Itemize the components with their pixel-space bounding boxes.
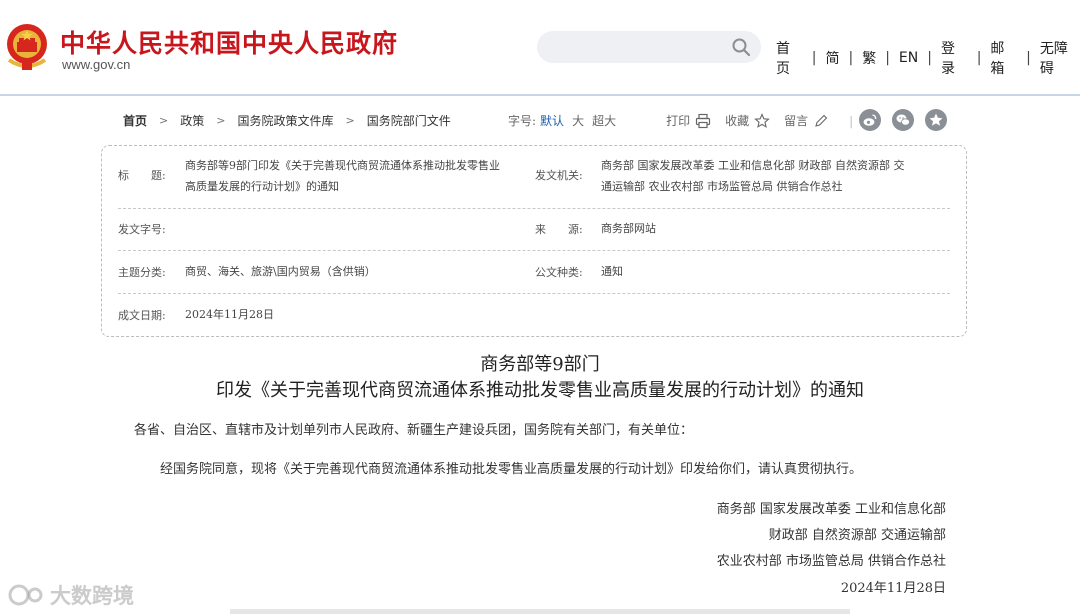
pencil-icon[interactable]: [813, 113, 829, 129]
nav-traditional[interactable]: 繁: [862, 48, 876, 68]
watermark-text: 大数跨境: [50, 584, 134, 608]
site-title[interactable]: 中华人民共和国中央人民政府: [60, 24, 398, 60]
info-row-docno: 发文字号: 来 源: 商务部网站: [118, 209, 950, 251]
breadcrumb-policy-library[interactable]: 国务院政策文件库: [237, 112, 333, 129]
nav-separator: |: [848, 50, 854, 66]
nav-separator: |: [811, 50, 817, 66]
article-body: 经国务院同意，现将《关于完善现代商贸流通体系推动批发零售业高质量发展的行动计划》…: [160, 462, 863, 477]
wechat-share-button[interactable]: [892, 109, 914, 131]
breadcrumb-policy[interactable]: 政策: [180, 112, 204, 129]
font-size-xlarge[interactable]: 超大: [592, 112, 616, 129]
topic-value: 商贸、海关、旅游\国内贸易（含供销）: [185, 265, 376, 278]
title-value-line2: 高质量发展的行动计划》的通知: [185, 180, 339, 193]
signer-line-2: 财政部 自然资源部 交通运输部: [768, 528, 946, 543]
cut-off-text-line: [230, 609, 850, 614]
favorite-button[interactable]: 收藏: [725, 112, 749, 129]
signer-line-1: 商务部 国家发展改革委 工业和信息化部: [716, 502, 946, 517]
site-url[interactable]: www.gov.cn: [62, 57, 130, 72]
print-button[interactable]: 打印: [666, 112, 690, 129]
nav-separator: |: [927, 50, 932, 66]
article-addressee: 各省、自治区、直辖市及计划单列市人民政府、新疆生产建设兵团，国务院有关部门，有关…: [134, 423, 694, 438]
type-label: 公文种类:: [535, 266, 583, 279]
font-size-default[interactable]: 默认: [540, 112, 564, 129]
font-size-large[interactable]: 大: [572, 112, 584, 129]
chevron-right-icon: >: [216, 114, 226, 127]
source-label: 来 源:: [535, 223, 583, 236]
tools-separator: |: [849, 113, 854, 128]
title-label: 标 题:: [118, 169, 166, 182]
nav-separator: |: [976, 50, 982, 66]
document-info-table: 标 题: 商务部等9部门印发《关于完善现代商贸流通体系推动批发零售业 高质量发展…: [101, 145, 967, 337]
top-nav: 首页 | 简 | 繁 | EN | 登录 | 邮箱 | 无障碍: [776, 38, 1080, 78]
watermark-logo-icon: [8, 584, 43, 606]
doc-no-label: 发文字号:: [118, 223, 166, 236]
wechat-icon: [896, 114, 910, 126]
nav-accessibility[interactable]: 无障碍: [1040, 38, 1080, 78]
info-row-topic: 主题分类: 商贸、海关、旅游\国内贸易（含供销） 公文种类: 通知: [118, 251, 950, 294]
favorite-star-icon: [929, 113, 943, 126]
breadcrumb-department-docs[interactable]: 国务院部门文件: [367, 112, 451, 129]
weibo-icon: [863, 114, 877, 126]
issuer-label: 发文机关:: [535, 169, 583, 182]
nav-login[interactable]: 登录: [941, 38, 968, 78]
info-row-date: 成文日期: 2024年11月28日: [118, 294, 950, 336]
nav-separator: |: [1026, 50, 1031, 66]
source-value: 商务部网站: [601, 222, 656, 235]
info-row-title: 标 题: 商务部等9部门印发《关于完善现代商贸流通体系推动批发零售业 高质量发展…: [118, 146, 950, 209]
breadcrumb-home[interactable]: 首页: [123, 112, 147, 129]
chevron-right-icon: >: [159, 114, 169, 127]
nav-home[interactable]: 首页: [776, 38, 803, 78]
star-outline-icon[interactable]: [754, 112, 770, 129]
chevron-right-icon: >: [345, 114, 355, 127]
article-tools: 字号: 默认 大 超大 打印 收藏 留言 |: [508, 112, 853, 129]
comment-button[interactable]: 留言: [784, 112, 808, 129]
type-value: 通知: [601, 265, 623, 278]
nav-mail[interactable]: 邮箱: [990, 38, 1017, 78]
nav-simplified[interactable]: 简: [825, 48, 839, 68]
title-value-line1: 商务部等9部门印发《关于完善现代商贸流通体系推动批发零售业: [185, 159, 500, 172]
search-icon[interactable]: [731, 37, 751, 57]
favorite-share-button[interactable]: [925, 109, 947, 131]
nav-english[interactable]: EN: [899, 50, 918, 66]
search-bar[interactable]: [537, 31, 761, 63]
topic-label: 主题分类:: [118, 266, 166, 279]
national-emblem-icon: [7, 24, 47, 70]
date-value: 2024年11月28日: [185, 308, 274, 321]
article-title-line2: 印发《关于完善现代商贸流通体系推动批发零售业高质量发展的行动计划》的通知: [216, 380, 864, 401]
article-title-line1: 商务部等9部门: [480, 354, 600, 375]
weibo-share-button[interactable]: [859, 109, 881, 131]
nav-separator: |: [885, 50, 890, 66]
breadcrumb: 首页 > 政策 > 国务院政策文件库 > 国务院部门文件: [123, 112, 451, 129]
font-size-label: 字号:: [508, 114, 537, 128]
issuer-value-line1: 商务部 国家发展改革委 工业和信息化部 财政部 自然资源部 交: [601, 159, 905, 172]
issuer-value-line2: 通运输部 农业农村部 市场监管总局 供销合作总社: [601, 180, 843, 193]
date-label: 成文日期:: [118, 309, 166, 322]
watermark: 大数跨境: [8, 580, 134, 610]
site-header: 中华人民共和国中央人民政府 www.gov.cn 首页 | 简 | 繁 | EN…: [0, 0, 1080, 96]
sign-date: 2024年11月28日: [840, 581, 946, 596]
printer-icon[interactable]: [695, 113, 711, 129]
signer-line-3: 农业农村部 市场监管总局 供销合作总社: [716, 554, 946, 569]
